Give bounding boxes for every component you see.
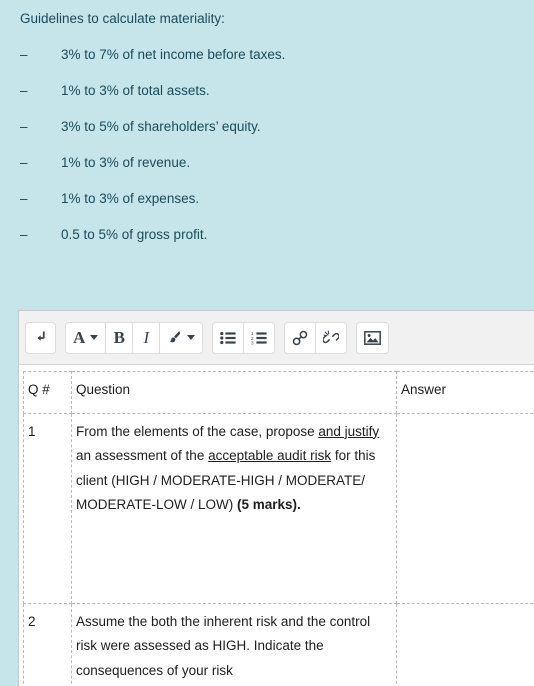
cell-question-text[interactable]: Assume the both the inherent risk and th… <box>71 602 397 686</box>
toolbar-group-media <box>356 321 390 354</box>
text-color-button[interactable] <box>159 322 203 353</box>
font-style-button[interactable]: A <box>66 322 106 353</box>
guideline-dash-icon: – <box>20 47 28 62</box>
questions-table: Q # Question Answer 1 From the elements … <box>23 371 534 686</box>
header-cell-qnum[interactable]: Q # <box>23 371 72 414</box>
guideline-dash-icon: – <box>20 155 28 170</box>
link-icon <box>292 330 308 346</box>
cell-answer[interactable] <box>396 412 534 604</box>
guideline-dash-icon: – <box>20 227 28 242</box>
bold-icon: B <box>113 328 125 347</box>
line-break-icon <box>33 330 48 345</box>
chevron-down-icon <box>187 335 196 340</box>
guideline-item: – 1% to 3% of total assets. <box>20 82 534 99</box>
bulleted-list-icon <box>220 331 236 345</box>
guideline-item-text: 3% to 7% of net income before taxes. <box>61 47 286 62</box>
svg-text:3: 3 <box>251 340 254 345</box>
question-part-underlined: acceptable audit risk <box>208 448 332 463</box>
page-root: Guidelines to calculate materiality: – 3%… <box>0 0 534 686</box>
guideline-item: – 0.5 to 5% of gross profit. <box>20 226 534 243</box>
guideline-item-text: 1% to 3% of total assets. <box>61 83 210 98</box>
unlink-icon <box>323 329 340 346</box>
chevron-down-icon <box>90 335 99 340</box>
line-break-button[interactable] <box>26 322 55 353</box>
guideline-item-text: 0.5 to 5% of gross profit. <box>61 227 208 242</box>
guideline-item: – 1% to 3% of expenses. <box>20 190 534 207</box>
numbered-list-button[interactable]: 1 2 3 <box>243 322 275 353</box>
bold-button[interactable]: B <box>105 322 133 353</box>
cell-question-number[interactable]: 2 <box>23 602 72 686</box>
guideline-item-text: 3% to 5% of shareholders’ equity. <box>61 119 261 134</box>
table-header-row: Q # Question Answer <box>23 371 534 414</box>
guideline-item: – 3% to 5% of shareholders’ equity. <box>20 118 534 135</box>
italic-icon: I <box>143 328 150 347</box>
editor-toolbar: A B I 1 2 3 <box>19 311 534 365</box>
bulleted-list-button[interactable] <box>213 322 244 353</box>
insert-image-button[interactable] <box>357 322 389 353</box>
question-part: an assessment of the <box>76 448 209 463</box>
guideline-dash-icon: – <box>20 119 28 134</box>
cell-question-text[interactable]: From the elements of the case, propose a… <box>71 412 397 604</box>
toolbar-group-link <box>284 321 348 354</box>
table-row: 1 From the elements of the case, propose… <box>23 412 534 604</box>
guideline-item-text: 1% to 3% of expenses. <box>61 191 200 206</box>
numbered-list-icon: 1 2 3 <box>251 331 267 345</box>
question-part-underlined: and justify <box>318 423 380 439</box>
editor-content-area[interactable]: Q # Question Answer 1 From the elements … <box>19 365 534 686</box>
guidelines-heading: Guidelines to calculate materiality: <box>20 11 225 26</box>
question-part: From the elements of the case, propose <box>76 423 319 439</box>
question-part: Assume the both the inherent risk and th… <box>76 613 371 678</box>
italic-button[interactable]: I <box>132 322 160 353</box>
guideline-dash-icon: – <box>20 191 28 206</box>
rich-text-editor: A B I 1 2 3 Q # Question Answer 1 From t… <box>18 310 534 686</box>
guidelines-section: Guidelines to calculate materiality: – 3%… <box>0 0 534 243</box>
guideline-dash-icon: – <box>20 83 28 98</box>
letter-a-icon: A <box>73 328 86 347</box>
guideline-item: – 3% to 7% of net income before taxes. <box>20 46 534 63</box>
toolbar-group-format: A B I <box>65 321 204 354</box>
guideline-item: – 1% to 3% of revenue. <box>20 154 534 171</box>
header-cell-question[interactable]: Question <box>71 371 397 414</box>
table-row: 2 Assume the both the inherent risk and … <box>23 602 534 686</box>
remove-link-button[interactable] <box>315 322 347 353</box>
paintbrush-icon <box>167 330 182 345</box>
question-part-bold: (5 marks). <box>237 497 301 512</box>
cell-question-number[interactable]: 1 <box>23 412 72 604</box>
cell-answer[interactable] <box>396 602 534 686</box>
image-icon <box>364 330 382 345</box>
insert-link-button[interactable] <box>285 322 316 353</box>
toolbar-group-linebreak <box>25 321 56 354</box>
toolbar-group-lists: 1 2 3 <box>212 321 276 354</box>
header-cell-answer[interactable]: Answer <box>396 371 534 414</box>
guideline-item-text: 1% to 3% of revenue. <box>61 155 191 170</box>
